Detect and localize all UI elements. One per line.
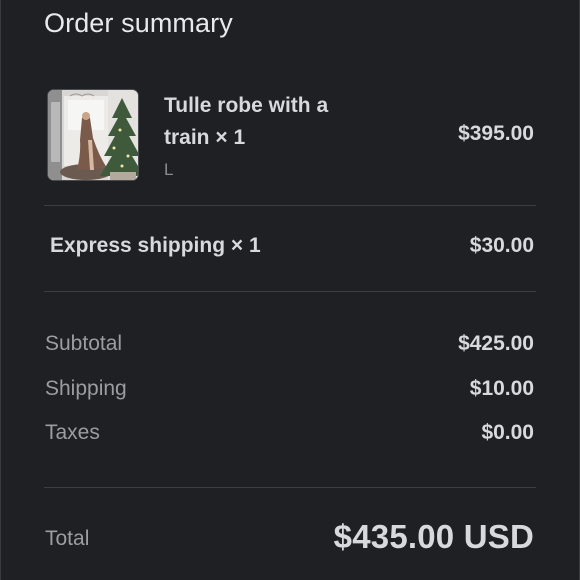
taxes-row: Taxes $0.00 (44, 421, 536, 451)
product-name: Tulle robe with a train × 1 (164, 94, 329, 149)
taxes-value: $0.00 (481, 421, 534, 444)
total-label: Total (45, 527, 90, 550)
line-item-shipping: Express shipping × 1 $30.00 (44, 230, 536, 266)
order-summary-panel: Order summary Tulle robe with a train × … (0, 0, 580, 580)
line-item-product: Tulle robe with a train × 1 L $395.00 (44, 86, 536, 182)
shipping-value: $10.00 (469, 377, 534, 400)
shipping-label: Shipping (45, 377, 127, 400)
shipping-item-price: $30.00 (469, 234, 534, 257)
divider-after-product (44, 205, 536, 206)
product-price: $395.00 (458, 122, 534, 145)
panel-left-border (0, 0, 1, 580)
shipping-item-name: Express shipping × 1 (50, 234, 261, 257)
subtotal-value: $425.00 (458, 332, 534, 355)
product-thumbnail-image (47, 89, 139, 181)
product-variant: L (164, 160, 174, 179)
total-value: $435.00 USD (333, 518, 534, 555)
order-summary-title: Order summary (44, 8, 233, 38)
taxes-label: Taxes (45, 421, 100, 444)
divider-after-shipping (44, 291, 536, 292)
subtotal-row: Subtotal $425.00 (44, 332, 536, 362)
total-row: Total $435.00 USD (44, 518, 536, 568)
product-photo-illustration (48, 90, 138, 180)
divider-before-total (44, 487, 536, 488)
subtotal-label: Subtotal (45, 332, 123, 355)
shipping-row: Shipping $10.00 (44, 377, 536, 407)
